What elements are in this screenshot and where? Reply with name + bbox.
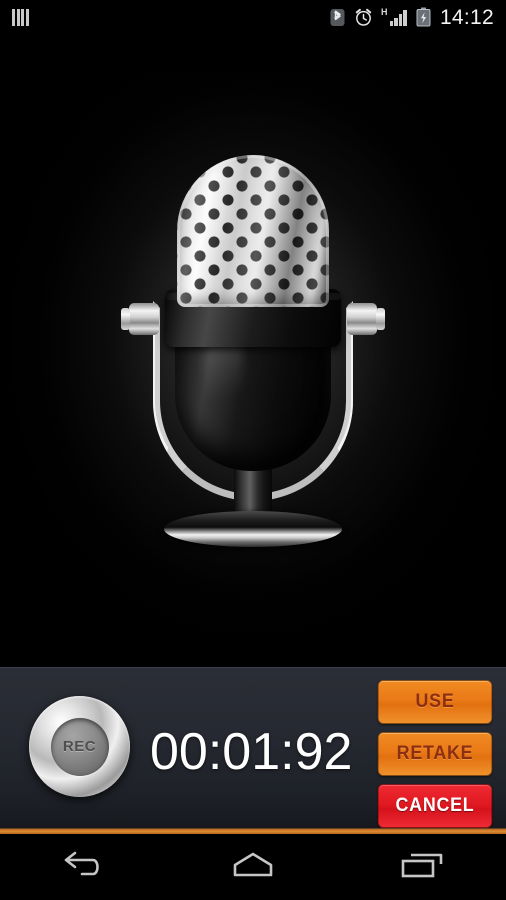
- phone-screen: H 14:12 REC 00:01:92 USE RETAKE CANCEL: [0, 0, 506, 900]
- action-button-stack: USE RETAKE CANCEL: [374, 680, 496, 828]
- alarm-clock-icon: [354, 8, 373, 27]
- battery-charging-icon: [416, 7, 431, 27]
- recording-timer: 00:01:92: [150, 722, 353, 781]
- nav-recents-button[interactable]: [366, 834, 478, 900]
- vintage-microphone-icon: [121, 151, 385, 551]
- status-bar-clock: 14:12: [439, 5, 494, 29]
- rec-button[interactable]: REC: [29, 696, 130, 797]
- microphone-knob-right: [347, 302, 385, 335]
- status-bar-left: [12, 8, 29, 26]
- status-bar: H 14:12: [0, 0, 506, 34]
- microphone-grille-mesh: [177, 154, 329, 307]
- signal-bars-icon: H: [380, 7, 407, 26]
- recent-apps-icon: [397, 849, 447, 886]
- microphone-stage: [0, 34, 506, 667]
- back-arrow-icon: [60, 849, 108, 886]
- android-nav-bar: [0, 834, 506, 900]
- cancel-button[interactable]: CANCEL: [377, 784, 493, 828]
- nav-back-button[interactable]: [28, 834, 140, 900]
- rec-button-inner: REC: [50, 717, 109, 776]
- retake-button[interactable]: RETAKE: [377, 732, 493, 776]
- microphone-grille: [177, 154, 329, 307]
- home-icon: [227, 849, 279, 886]
- control-panel: REC 00:01:92 USE RETAKE CANCEL: [0, 667, 506, 834]
- use-button[interactable]: USE: [377, 680, 493, 724]
- notification-bars-icon: [12, 8, 29, 26]
- signal-network-label: H: [380, 7, 388, 17]
- status-bar-right: H 14:12: [330, 7, 494, 28]
- nav-home-button[interactable]: [197, 834, 309, 900]
- microphone-base: [164, 510, 342, 547]
- microphone-knob-left: [121, 302, 159, 335]
- rec-button-label: REC: [62, 738, 97, 755]
- bluetooth-icon: [330, 8, 345, 27]
